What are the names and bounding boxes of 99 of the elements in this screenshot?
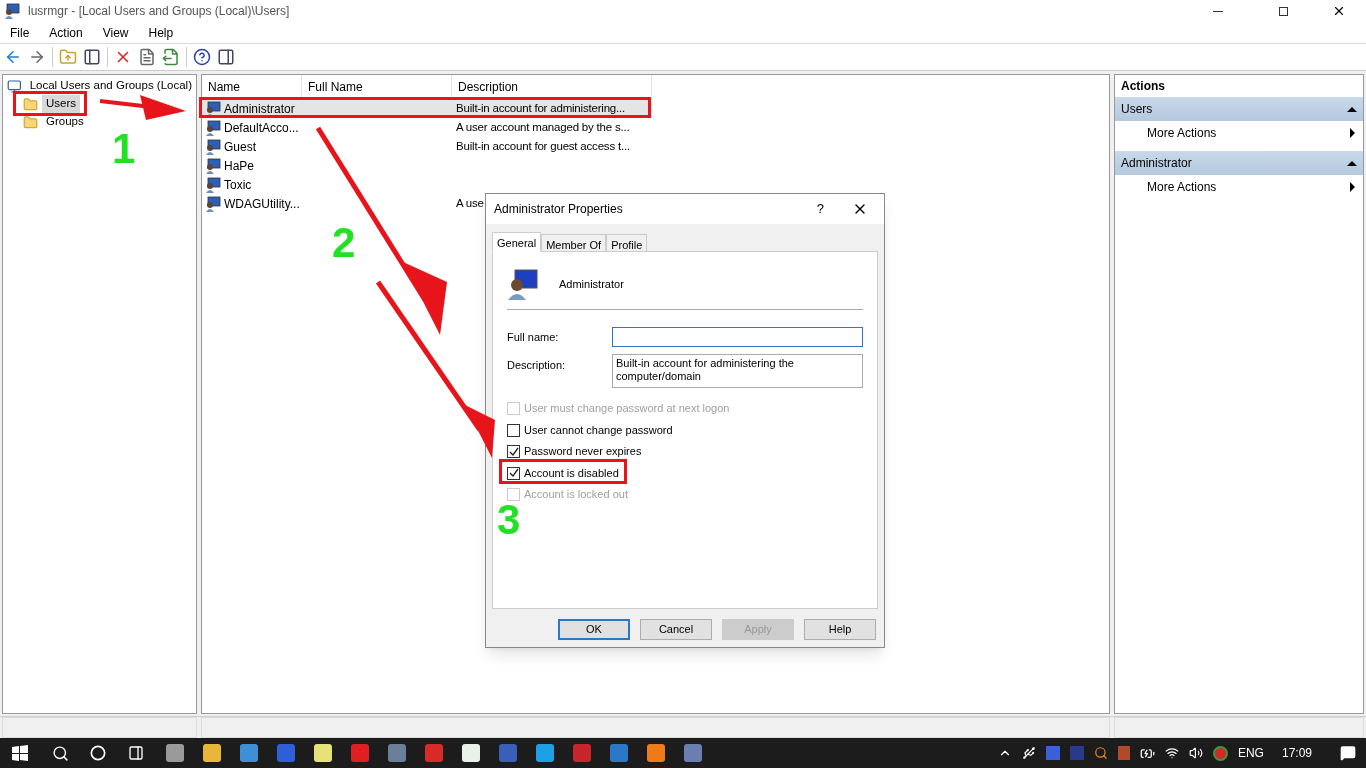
action-item[interactable]: More Actions (1115, 121, 1363, 145)
checkbox-label: User must change password at next logon (524, 402, 730, 416)
user-icon (205, 195, 221, 212)
dialog-button[interactable]: Help (804, 619, 876, 640)
notifications-icon[interactable] (1340, 745, 1356, 761)
step-number: 3 (497, 505, 521, 535)
tab[interactable]: Profile (606, 234, 648, 252)
app-icon[interactable] (202, 744, 221, 762)
tree-item[interactable]: Users (42, 95, 81, 113)
step-number: 2 (332, 228, 356, 258)
folder-icon (23, 96, 38, 112)
table-row[interactable]: HaPe (202, 156, 652, 175)
table-cell-text: WDAGUtility... (224, 195, 300, 213)
table-cell-text: Guest (224, 138, 256, 156)
field-label: Full name: (507, 329, 560, 345)
table-cell-text: Administrator (224, 100, 295, 118)
search-icon[interactable] (51, 744, 69, 762)
magnifier-icon[interactable] (1093, 746, 1108, 760)
column-header[interactable]: Description (452, 75, 652, 99)
app-icon[interactable] (165, 744, 184, 762)
table-cell: A user account managed by the s... (456, 120, 630, 133)
tray-app-icon[interactable] (1212, 745, 1228, 761)
back-icon[interactable] (4, 48, 22, 66)
table-row[interactable]: Guest Built-in account for guest access t... (202, 137, 652, 156)
language-indicator[interactable]: ENG (1237, 744, 1264, 762)
table-cell-text: Toxic (224, 176, 252, 194)
user-icon (205, 119, 221, 136)
table-cell-text: DefaultAcco... (224, 119, 299, 137)
checkbox[interactable] (507, 423, 520, 437)
step-number: 1 (112, 134, 136, 164)
full-name-field[interactable] (612, 327, 863, 347)
action-pane-icon[interactable] (217, 48, 235, 66)
menu-item[interactable]: Action (39, 23, 93, 42)
app-icon[interactable] (313, 744, 332, 762)
description-field[interactable]: Built-in account for administering the computer/domain (612, 354, 863, 388)
tray-app-icon[interactable] (1045, 746, 1060, 760)
app-icon[interactable] (461, 744, 480, 762)
menu-item[interactable]: View (92, 23, 139, 42)
section-header[interactable]: Users (1115, 97, 1363, 121)
wifi-icon[interactable] (1164, 746, 1179, 760)
usb-icon[interactable] (1021, 746, 1036, 760)
app-icon[interactable] (646, 744, 665, 762)
close-icon[interactable] (1332, 4, 1346, 18)
folder-icon (23, 114, 38, 130)
tab[interactable]: Member Of (541, 234, 607, 252)
properties-icon[interactable] (138, 48, 156, 66)
export-icon[interactable] (162, 48, 180, 66)
minimize-icon[interactable] (1213, 10, 1223, 12)
table-row[interactable]: DefaultAcco... A user account managed by the s... (202, 118, 652, 137)
tree-item[interactable]: Groups (42, 113, 88, 131)
checkbox-label: User cannot change password (524, 423, 673, 437)
field-label: Description: (507, 358, 567, 373)
checkbox-label: Account is locked out (524, 488, 628, 502)
table-row[interactable]: Toxic (202, 175, 652, 194)
table-cell: Built-in account for administering... (456, 101, 625, 114)
tray-app-icon[interactable] (1117, 746, 1130, 760)
dialog-button[interactable]: Cancel (640, 619, 712, 640)
user-icon (205, 100, 221, 117)
table-cell-text: HaPe (224, 157, 255, 175)
checkbox[interactable] (507, 445, 520, 459)
clock[interactable]: 17:09 (1281, 744, 1312, 762)
computer-icon (7, 78, 22, 94)
dialog-help-button[interactable]: ? (808, 199, 832, 219)
column-header[interactable]: Full Name (302, 75, 452, 99)
dialog-button[interactable]: OK (558, 619, 630, 640)
menu-item[interactable]: File (0, 23, 40, 42)
app-icon[interactable] (535, 744, 554, 762)
column-header[interactable]: Name (202, 75, 302, 99)
window-title: lusrmgr - [Local Users and Groups (Local)\Users] (28, 3, 290, 20)
submenu-arrow-icon (1350, 182, 1355, 192)
tree-item[interactable]: Local Users and Groups (Local) (25, 77, 196, 95)
app-icon (4, 3, 20, 19)
checkbox-label: Account is disabled (524, 466, 619, 480)
tab[interactable]: General (492, 232, 542, 252)
task-view-icon[interactable] (128, 745, 144, 761)
forward-icon[interactable] (28, 48, 46, 66)
restore-icon[interactable] (1279, 6, 1288, 16)
checkbox-label: Password never expires (524, 445, 642, 459)
actions-title: Actions (1120, 78, 1166, 95)
cortana-icon[interactable] (90, 745, 106, 761)
user-icon (205, 138, 221, 155)
table-cell: A use (456, 196, 484, 209)
collapse-icon (1347, 106, 1357, 112)
checkbox[interactable] (507, 466, 520, 480)
help-icon[interactable] (193, 48, 211, 66)
dialog-title: Administrator Properties (494, 201, 623, 218)
user-name: Administrator (559, 276, 624, 292)
user-icon (507, 268, 539, 300)
menu-item[interactable]: Help (138, 23, 184, 42)
table-cell: Built-in account for guest access t... (456, 139, 630, 152)
collapse-icon (1347, 160, 1357, 166)
show-tree-icon[interactable] (83, 48, 101, 66)
windows-logo-icon[interactable] (12, 745, 28, 761)
user-icon (205, 176, 221, 193)
action-item[interactable]: More Actions (1115, 175, 1363, 199)
volume-icon[interactable] (1188, 746, 1203, 760)
submenu-arrow-icon (1350, 128, 1355, 138)
user-icon (205, 157, 221, 174)
section-header[interactable]: Administrator (1115, 151, 1363, 175)
